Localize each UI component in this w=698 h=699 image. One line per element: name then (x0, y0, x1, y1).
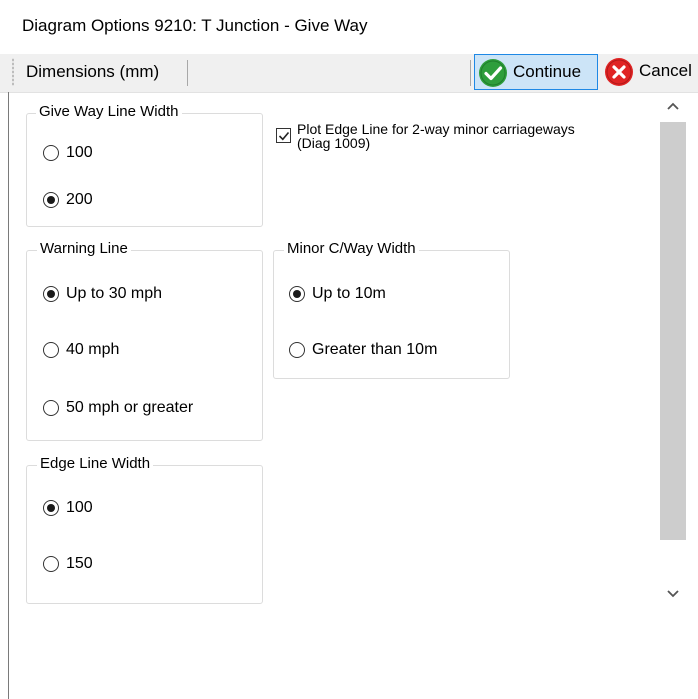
scroll-down-arrow-icon[interactable] (664, 586, 682, 605)
radio-button-icon (43, 556, 59, 572)
give-way-line-width-title: Give Way Line Width (36, 103, 182, 120)
edge-line-width-group (26, 465, 263, 604)
radio-button-selected-icon (289, 286, 305, 302)
radio-button-selected-icon (43, 500, 59, 516)
edge-radio-150[interactable]: 150 (43, 555, 93, 573)
radio-button-selected-icon (43, 192, 59, 208)
minor-cway-width-group (273, 250, 510, 379)
minor-radio-up-to-10m[interactable]: Up to 10m (289, 285, 386, 303)
radio-button-icon (43, 400, 59, 416)
dimensions-label: Dimensions (mm) (26, 62, 160, 81)
give-way-radio-200[interactable]: 200 (43, 191, 93, 209)
warning-radio-40[interactable]: 40 mph (43, 341, 119, 359)
window-title: Diagram Options 9210: T Junction - Give … (22, 16, 368, 35)
give-way-line-width-group (26, 113, 263, 227)
scroll-up-arrow-icon[interactable] (664, 100, 682, 119)
minor-cway-width-title: Minor C/Way Width (284, 240, 419, 257)
toolbar-separator (187, 60, 188, 86)
x-circle-icon (604, 57, 634, 92)
cancel-button[interactable]: Cancel (601, 54, 698, 90)
give-way-radio-100[interactable]: 100 (43, 144, 93, 162)
check-circle-icon (478, 58, 508, 93)
warning-radio-50-or-greater[interactable]: 50 mph or greater (43, 399, 193, 417)
edge-line-width-title: Edge Line Width (37, 455, 154, 472)
plot-edge-line-label-line1: Plot Edge Line for 2-way minor carriagew… (297, 121, 575, 137)
warning-radio-up-to-30[interactable]: Up to 30 mph (43, 285, 162, 303)
continue-button[interactable]: Continue (474, 54, 598, 90)
radio-button-icon (289, 342, 305, 358)
plot-edge-line-checkbox[interactable]: Plot Edge Line for 2-way minor carriagew… (276, 122, 575, 150)
panel-border (8, 92, 9, 699)
checkbox-checked-icon (276, 128, 291, 143)
warning-line-title: Warning Line (37, 240, 131, 257)
radio-button-icon (43, 145, 59, 161)
toolbar-grip-icon[interactable] (12, 58, 14, 86)
radio-button-icon (43, 342, 59, 358)
radio-button-selected-icon (43, 286, 59, 302)
minor-radio-greater-than-10m[interactable]: Greater than 10m (289, 341, 437, 359)
toolbar-separator (470, 60, 471, 86)
scrollbar-thumb[interactable] (660, 122, 686, 540)
continue-button-label: Continue (513, 62, 582, 81)
cancel-button-label: Cancel (639, 61, 692, 80)
edge-radio-100[interactable]: 100 (43, 499, 93, 517)
plot-edge-line-label-line2: (Diag 1009) (297, 135, 371, 151)
